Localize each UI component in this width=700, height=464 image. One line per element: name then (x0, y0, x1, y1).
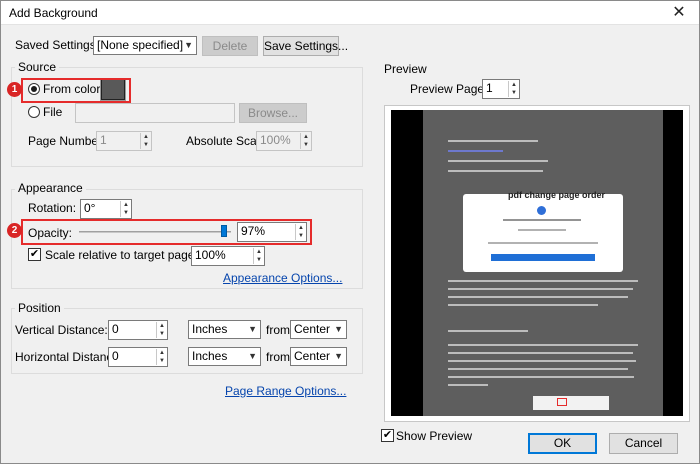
page-number-field[interactable]: 1 ▲ ▼ (96, 131, 152, 151)
preview-page-value: 1 (486, 81, 493, 95)
window-title: Add Background (9, 6, 98, 20)
preview-page-spinner[interactable]: ▲ ▼ (508, 81, 519, 97)
annotation-highlight-1 (21, 78, 131, 103)
rotation-field[interactable]: 0° ▲ ▼ (80, 199, 132, 219)
scale-relative-label: Scale relative to target page (45, 248, 195, 262)
vertical-from-value: Center (294, 322, 331, 336)
horizontal-distance-label: Horizontal Distance: (15, 350, 123, 364)
add-background-dialog: Add Background ✕ Saved Settings: [None s… (0, 0, 700, 464)
browse-button[interactable]: Browse... (239, 103, 307, 123)
page-number-value: 1 (100, 133, 107, 147)
scale-percent-field[interactable]: 100% ▲ ▼ (191, 246, 265, 266)
absolute-scale-value: 100% (260, 133, 291, 147)
show-preview-checkbox[interactable]: ✔ (381, 429, 394, 442)
vertical-from-label: from (266, 323, 290, 337)
chevron-down-icon: ▼ (184, 40, 193, 50)
vertical-distance-field[interactable]: 0 ▲ ▼ (108, 320, 168, 340)
preview-page-thumbnail: pdf change page order (423, 110, 663, 416)
preview-page-field[interactable]: 1 ▲ ▼ (482, 79, 520, 99)
rotation-spinner[interactable]: ▲ ▼ (120, 201, 131, 217)
delete-button[interactable]: Delete (202, 36, 258, 56)
vertical-distance-label: Vertical Distance: (15, 323, 108, 337)
file-label: File (43, 105, 63, 119)
saved-settings-label: Saved Settings: (15, 38, 100, 52)
scale-percent-value: 100% (195, 248, 226, 262)
page-number-spinner[interactable]: ▲ ▼ (140, 133, 151, 149)
rotation-label: Rotation: (28, 201, 77, 215)
scale-percent-spinner[interactable]: ▲ ▼ (253, 248, 264, 264)
preview-heading: Preview (384, 62, 427, 76)
horizontal-distance-spinner[interactable]: ▲ ▼ (156, 349, 167, 365)
cancel-button[interactable]: Cancel (609, 433, 678, 454)
annotation-highlight-2 (21, 219, 312, 245)
vertical-distance-spinner[interactable]: ▲ ▼ (156, 322, 167, 338)
vertical-unit-dropdown[interactable]: Inches ▼ (188, 320, 261, 339)
preview-modal-thumbnail: pdf change page order (463, 190, 623, 272)
horizontal-unit-value: Inches (192, 349, 228, 363)
absolute-scale-field[interactable]: 100% ▲ ▼ (256, 131, 312, 151)
chevron-down-icon: ▼ (334, 351, 343, 361)
chevron-down-icon: ▼ (248, 351, 257, 361)
save-settings-button[interactable]: Save Settings... (263, 36, 348, 56)
preview-pane: pdf change page order (384, 105, 690, 422)
annotation-badge-1: 1 (7, 82, 22, 97)
saved-settings-dropdown[interactable]: [None specified] ▼ (93, 36, 197, 55)
preview-modal-title: pdf change page order (508, 190, 606, 200)
ok-button[interactable]: OK (528, 433, 597, 454)
preview-page-label: Preview Page: (410, 82, 488, 96)
title-bar: Add Background ✕ (1, 1, 699, 25)
chevron-down-icon: ▼ (334, 324, 343, 334)
page-number-label: Page Number: (28, 134, 106, 148)
annotation-badge-2: 2 (7, 223, 22, 238)
vertical-distance-value: 0 (112, 322, 119, 336)
horizontal-from-dropdown[interactable]: Center ▼ (290, 347, 347, 366)
position-group-title: Position (15, 301, 64, 315)
absolute-scale-spinner[interactable]: ▲ ▼ (300, 133, 311, 149)
file-radio[interactable] (28, 106, 40, 118)
saved-settings-value: [None specified] (97, 38, 184, 52)
horizontal-distance-value: 0 (112, 349, 119, 363)
show-preview-label: Show Preview (396, 429, 473, 443)
rotation-value: 0° (84, 201, 96, 215)
chevron-down-icon: ▼ (248, 324, 257, 334)
close-icon[interactable]: ✕ (665, 2, 693, 24)
horizontal-from-label: from (266, 350, 290, 364)
horizontal-distance-field[interactable]: 0 ▲ ▼ (108, 347, 168, 367)
appearance-group-title: Appearance (15, 181, 86, 195)
horizontal-unit-dropdown[interactable]: Inches ▼ (188, 347, 261, 366)
vertical-unit-value: Inches (192, 322, 228, 336)
appearance-options-link[interactable]: Appearance Options... (223, 271, 342, 285)
page-range-options-link[interactable]: Page Range Options... (225, 384, 346, 398)
vertical-from-dropdown[interactable]: Center ▼ (290, 320, 347, 339)
scale-relative-checkbox[interactable]: ✔ (28, 248, 41, 261)
source-group-title: Source (15, 60, 60, 74)
file-path-input[interactable] (75, 103, 235, 123)
horizontal-from-value: Center (294, 349, 331, 363)
